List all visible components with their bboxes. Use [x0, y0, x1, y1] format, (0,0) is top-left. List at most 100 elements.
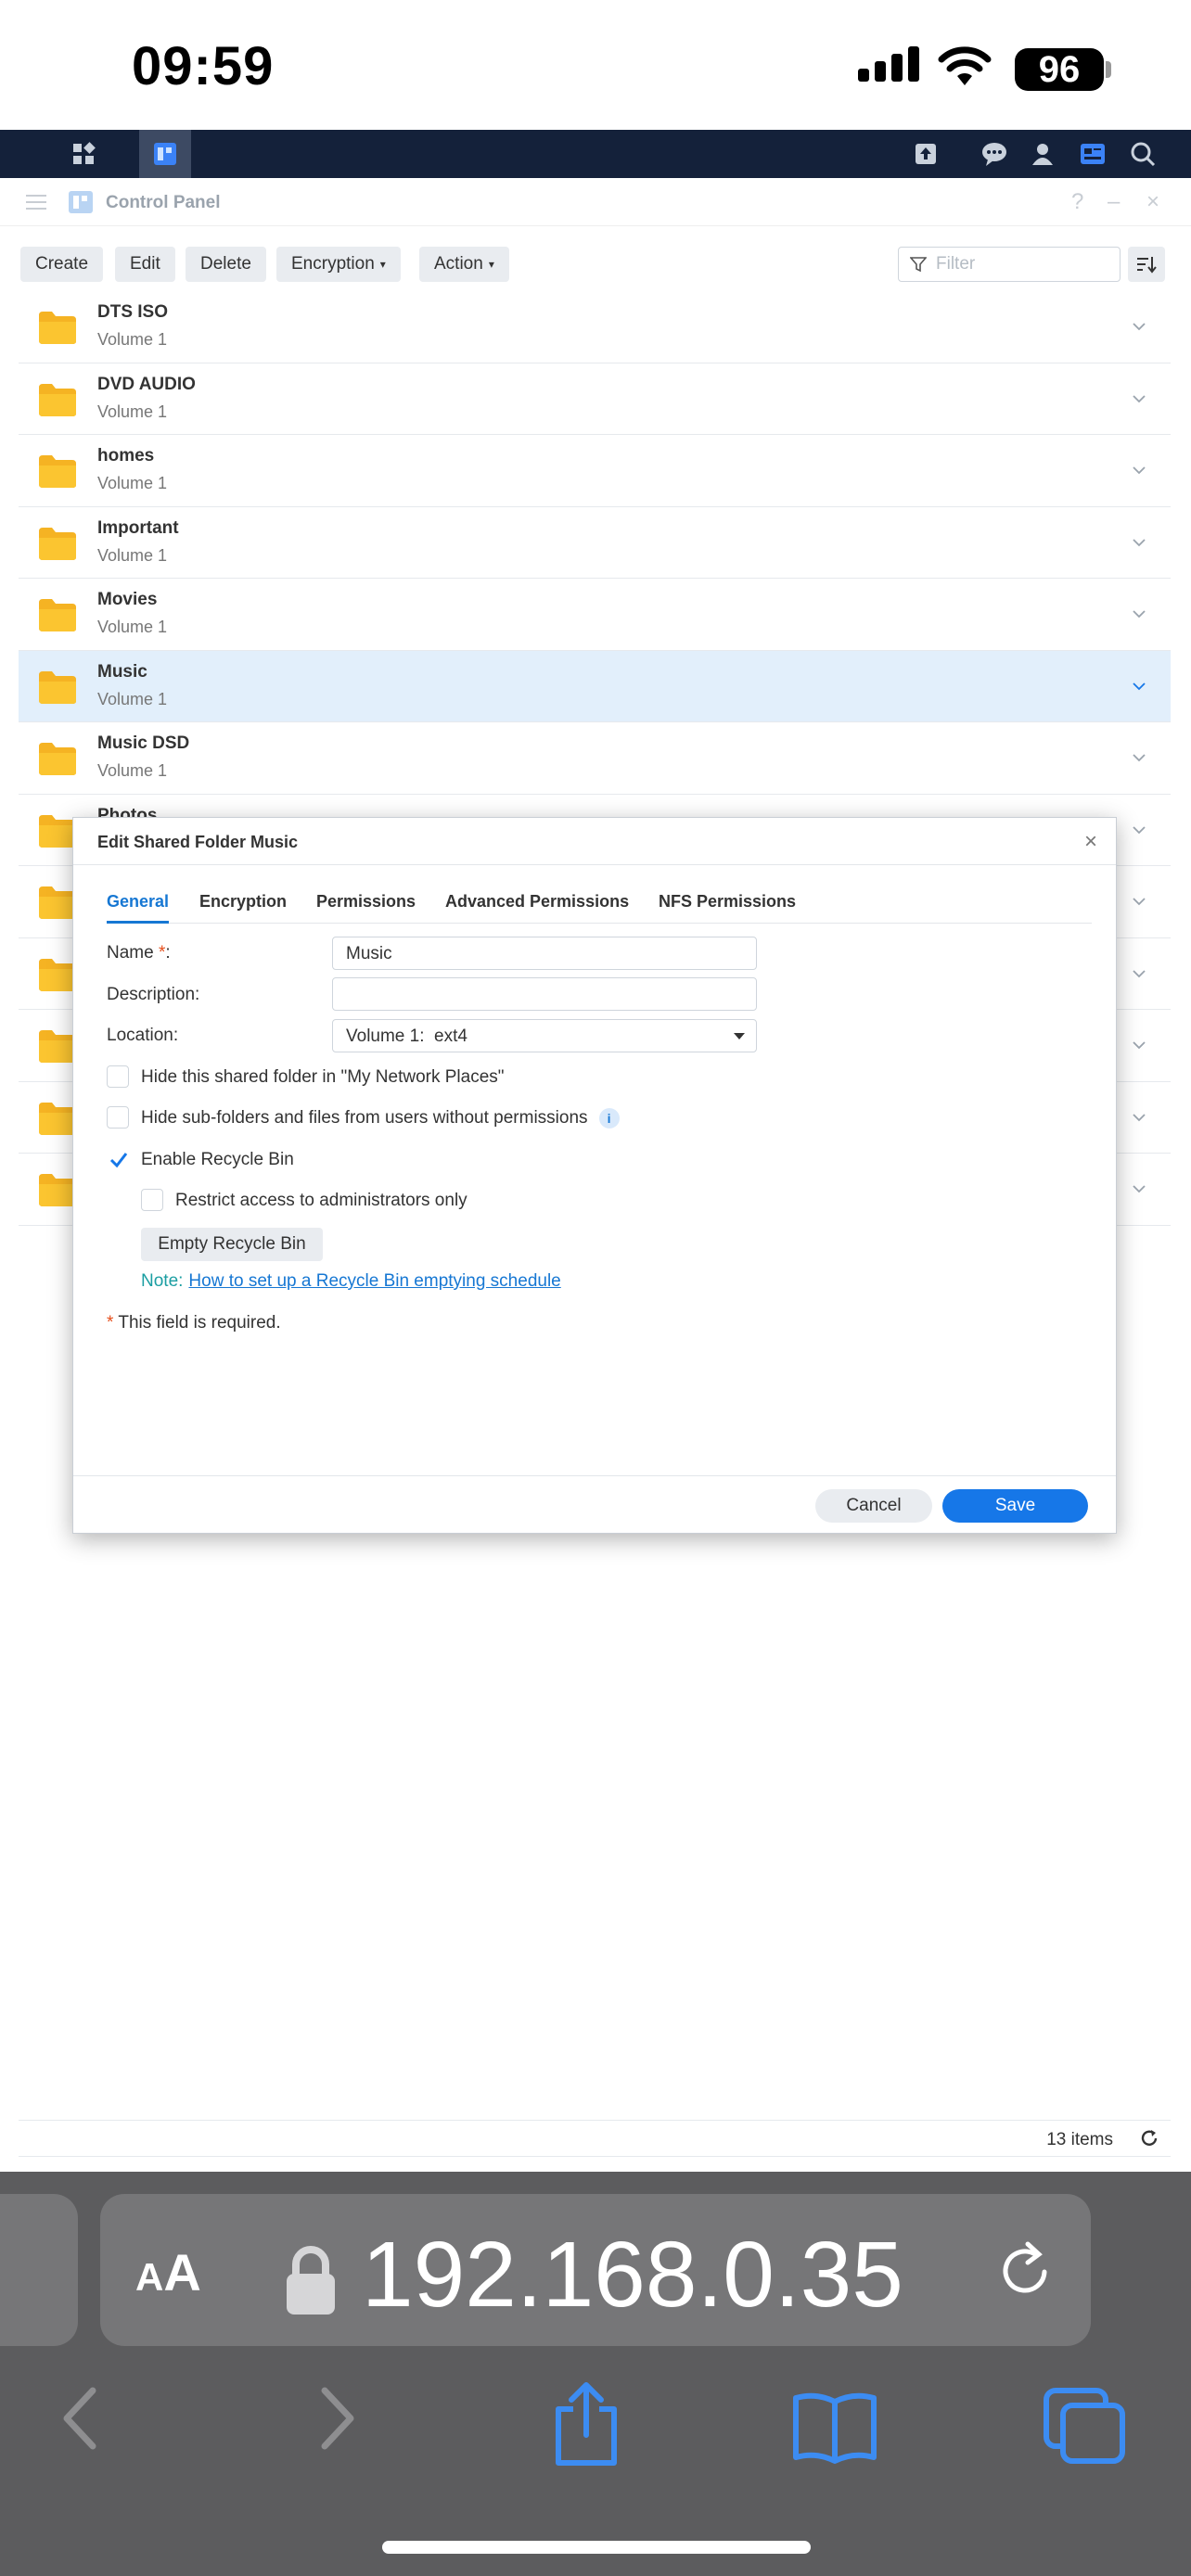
divider	[73, 1475, 1116, 1476]
folder-name: DTS ISO	[97, 302, 169, 322]
status-bar: 09:59 96	[0, 0, 1191, 130]
chat-icon[interactable]	[968, 130, 1020, 178]
chevron-down-icon[interactable]	[1132, 319, 1146, 336]
checkmark-icon	[109, 1153, 128, 1168]
required-mark: *	[107, 1313, 114, 1333]
tab-permissions[interactable]: Permissions	[316, 892, 416, 912]
filter-placeholder: Filter	[936, 254, 976, 274]
chevron-down-icon[interactable]	[1132, 463, 1146, 479]
location-select[interactable]: Volume 1: ext4	[332, 1019, 757, 1052]
list-item[interactable]: Important Volume 1	[19, 507, 1171, 579]
sort-icon[interactable]	[1128, 247, 1165, 282]
wifi-icon	[937, 45, 992, 92]
hide-subfolders-checkbox[interactable]	[107, 1106, 129, 1129]
list-item[interactable]: Music Volume 1	[19, 650, 1171, 722]
address-bar[interactable]: AA 192.168.0.35	[100, 2194, 1091, 2346]
chevron-down-icon[interactable]	[1132, 1110, 1146, 1127]
caret-down-icon: ▾	[488, 258, 494, 271]
delete-button[interactable]: Delete	[186, 247, 266, 282]
reader-options-button[interactable]: AA	[135, 2242, 201, 2302]
chevron-down-icon[interactable]	[1132, 966, 1146, 983]
url-text[interactable]: 192.168.0.35	[362, 2222, 903, 2328]
tab-general[interactable]: General	[107, 892, 170, 924]
chevron-down-icon[interactable]	[1132, 391, 1146, 408]
battery-tip	[1106, 61, 1111, 78]
encryption-dropdown[interactable]: Encryption ▾	[276, 247, 401, 282]
folder-icon	[37, 310, 78, 350]
edit-button[interactable]: Edit	[115, 247, 175, 282]
save-button[interactable]: Save	[942, 1489, 1088, 1523]
name-label: Name *:	[107, 943, 171, 963]
folder-volume: Volume 1	[97, 618, 168, 636]
recycle-bin-schedule-link[interactable]: How to set up a Recycle Bin emptying sch…	[188, 1271, 560, 1291]
control-panel-taskbar-icon[interactable]	[139, 130, 191, 178]
empty-recycle-bin-button[interactable]: Empty Recycle Bin	[141, 1228, 323, 1261]
status-time: 09:59	[132, 36, 275, 96]
folder-volume: Volume 1	[97, 761, 168, 780]
tabs-icon[interactable]	[1043, 2387, 1128, 2471]
folder-volume: Volume 1	[97, 474, 168, 492]
back-icon[interactable]	[58, 2381, 104, 2460]
aa-small: A	[135, 2255, 164, 2299]
hide-subfolders-row: Hide sub-folders and files from users wi…	[141, 1108, 620, 1129]
description-input[interactable]	[332, 977, 757, 1011]
item-count: 13 items	[1046, 2130, 1113, 2149]
folder-volume: Volume 1	[97, 330, 168, 349]
search-icon[interactable]	[1117, 130, 1169, 178]
tab-encryption[interactable]: Encryption	[199, 892, 287, 912]
list-item[interactable]: Music DSD Volume 1	[19, 722, 1171, 795]
chevron-down-icon[interactable]	[1132, 679, 1146, 695]
upload-icon[interactable]	[900, 130, 952, 178]
folder-name: homes	[97, 446, 155, 465]
chevron-down-icon[interactable]	[1132, 1181, 1146, 1198]
list-item[interactable]: Movies Volume 1	[19, 579, 1171, 651]
recycle-bin-note: Note: How to set up a Recycle Bin emptyin…	[141, 1271, 561, 1292]
chevron-down-icon[interactable]	[1132, 894, 1146, 911]
action-label: Action	[434, 254, 483, 274]
safari-toolbar: AA 192.168.0.35	[0, 2172, 1191, 2576]
bookmarks-icon[interactable]	[790, 2391, 879, 2469]
caret-down-icon	[734, 1033, 745, 1039]
enable-recycle-bin-checkbox[interactable]	[107, 1148, 129, 1170]
name-input[interactable]: Music	[332, 937, 757, 970]
chevron-down-icon[interactable]	[1132, 606, 1146, 623]
share-icon[interactable]	[549, 2381, 623, 2471]
forward-icon[interactable]	[314, 2381, 360, 2460]
list-item[interactable]: homes Volume 1	[19, 435, 1171, 507]
create-button[interactable]: Create	[20, 247, 104, 282]
tab-advanced-permissions[interactable]: Advanced Permissions	[445, 892, 629, 912]
chevron-down-icon[interactable]	[1132, 750, 1146, 767]
hamburger-menu-icon[interactable]	[26, 193, 46, 216]
folder-icon	[37, 453, 78, 493]
chevron-down-icon[interactable]	[1132, 1038, 1146, 1054]
filter-input[interactable]: Filter	[898, 247, 1121, 282]
toolbar: Create Edit Delete Encryption ▾ Action ▾…	[0, 234, 1191, 291]
list-item[interactable]: DVD AUDIO Volume 1	[19, 363, 1171, 435]
widgets-icon[interactable]	[1067, 130, 1119, 178]
folder-icon	[37, 670, 78, 709]
user-icon[interactable]	[1017, 130, 1069, 178]
folder-name: Music DSD	[97, 733, 190, 753]
help-icon[interactable]: ?	[1071, 189, 1083, 215]
close-icon[interactable]: ×	[1084, 829, 1097, 855]
list-item[interactable]: DTS ISO Volume 1	[19, 291, 1171, 363]
main-menu-icon[interactable]	[58, 130, 109, 178]
name-label-colon: :	[165, 943, 171, 963]
refresh-icon[interactable]	[1139, 2128, 1159, 2153]
hide-network-places-checkbox[interactable]	[107, 1065, 129, 1088]
info-icon[interactable]: i	[598, 1108, 620, 1129]
action-dropdown[interactable]: Action ▾	[419, 247, 509, 282]
dialog-title: Edit Shared Folder Music	[97, 833, 299, 851]
previous-tab[interactable]	[0, 2194, 78, 2346]
folder-icon	[37, 597, 78, 637]
folder-icon	[37, 382, 78, 422]
tab-nfs-permissions[interactable]: NFS Permissions	[659, 892, 796, 912]
minimize-icon[interactable]: –	[1108, 189, 1120, 215]
reload-icon[interactable]	[996, 2240, 1056, 2304]
restrict-admins-checkbox[interactable]	[141, 1189, 163, 1211]
chevron-down-icon[interactable]	[1132, 823, 1146, 839]
cancel-button[interactable]: Cancel	[815, 1489, 932, 1523]
chevron-down-icon[interactable]	[1132, 535, 1146, 552]
enable-recycle-bin-label: Enable Recycle Bin	[141, 1150, 294, 1169]
close-window-icon[interactable]: ×	[1146, 189, 1159, 215]
